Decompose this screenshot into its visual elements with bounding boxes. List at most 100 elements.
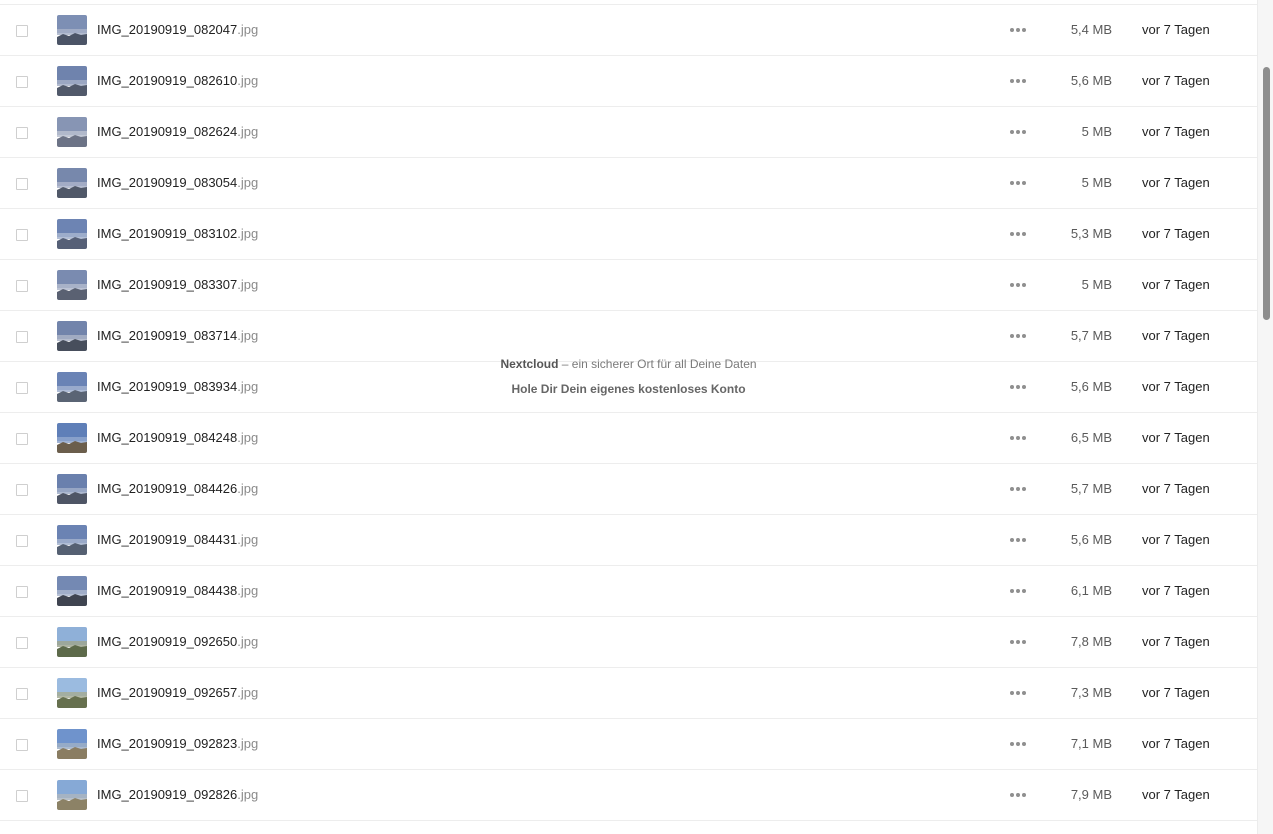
image-thumbnail[interactable] (57, 729, 87, 759)
image-thumbnail[interactable] (57, 678, 87, 708)
more-horizontal-icon[interactable] (1010, 436, 1026, 440)
scrollbar-thumb[interactable] (1263, 67, 1270, 320)
select-checkbox[interactable] (16, 535, 28, 547)
select-checkbox[interactable] (16, 688, 28, 700)
image-thumbnail[interactable] (57, 270, 87, 300)
more-horizontal-icon[interactable] (1010, 130, 1026, 134)
image-thumbnail[interactable] (57, 117, 87, 147)
file-row[interactable]: IMG_20190919_092826.jpg 7,9 MB vor 7 Tag… (0, 770, 1257, 821)
file-size: 5 MB (1081, 175, 1112, 190)
vertical-scrollbar[interactable] (1257, 0, 1273, 834)
file-row[interactable]: IMG_20190919_083307.jpg 5 MB vor 7 Tagen (0, 260, 1257, 311)
files-view: IMG_20190919_082047.jpg 5,4 MB vor 7 Tag… (0, 0, 1273, 834)
file-name[interactable]: IMG_20190919_092657.jpg (97, 685, 258, 701)
file-name[interactable]: IMG_20190919_092650.jpg (97, 634, 258, 650)
file-name[interactable]: IMG_20190919_084248.jpg (97, 430, 258, 446)
file-name[interactable]: IMG_20190919_084431.jpg (97, 532, 258, 548)
file-row[interactable]: IMG_20190919_092650.jpg 7,8 MB vor 7 Tag… (0, 617, 1257, 668)
select-checkbox[interactable] (16, 637, 28, 649)
file-row[interactable]: IMG_20190919_082047.jpg 5,4 MB vor 7 Tag… (0, 4, 1257, 56)
file-name[interactable]: IMG_20190919_083102.jpg (97, 226, 258, 242)
file-row[interactable]: IMG_20190919_084438.jpg 6,1 MB vor 7 Tag… (0, 566, 1257, 617)
file-row[interactable]: IMG_20190919_092823.jpg 7,1 MB vor 7 Tag… (0, 719, 1257, 770)
more-horizontal-icon[interactable] (1010, 589, 1026, 593)
select-checkbox[interactable] (16, 229, 28, 241)
file-row[interactable]: IMG_20190919_092657.jpg 7,3 MB vor 7 Tag… (0, 668, 1257, 719)
landscape-thumbnail-icon (57, 729, 87, 759)
select-checkbox[interactable] (16, 178, 28, 190)
file-extension: .jpg (237, 634, 259, 649)
image-thumbnail[interactable] (57, 576, 87, 606)
select-checkbox[interactable] (16, 484, 28, 496)
file-row[interactable]: IMG_20190919_083714.jpg 5,7 MB vor 7 Tag… (0, 311, 1257, 362)
select-checkbox[interactable] (16, 433, 28, 445)
file-name[interactable]: IMG_20190919_083054.jpg (97, 175, 258, 191)
file-basename: IMG_20190919_083307 (97, 277, 238, 292)
file-size: 5,3 MB (1070, 226, 1112, 241)
more-horizontal-icon[interactable] (1010, 538, 1026, 542)
file-row[interactable]: IMG_20190919_083102.jpg 5,3 MB vor 7 Tag… (0, 209, 1257, 260)
footer-signup-link[interactable]: Hole Dir Dein eigenes kostenloses Konto (0, 381, 1257, 397)
file-basename: IMG_20190919_084438 (97, 583, 238, 598)
select-checkbox[interactable] (16, 76, 28, 88)
select-checkbox[interactable] (16, 25, 28, 37)
file-modified-date: vor 7 Tagen (1142, 175, 1210, 190)
file-row[interactable]: IMG_20190919_083054.jpg 5 MB vor 7 Tagen (0, 158, 1257, 209)
file-modified-date: vor 7 Tagen (1142, 73, 1210, 88)
file-row[interactable]: IMG_20190919_084426.jpg 5,7 MB vor 7 Tag… (0, 464, 1257, 515)
file-row[interactable]: IMG_20190919_084248.jpg 6,5 MB vor 7 Tag… (0, 413, 1257, 464)
more-horizontal-icon[interactable] (1010, 640, 1026, 644)
more-horizontal-icon[interactable] (1010, 487, 1026, 491)
more-horizontal-icon[interactable] (1010, 79, 1026, 83)
select-checkbox[interactable] (16, 586, 28, 598)
image-thumbnail[interactable] (57, 66, 87, 96)
more-horizontal-icon[interactable] (1010, 691, 1026, 695)
landscape-thumbnail-icon (57, 270, 87, 300)
file-name[interactable]: IMG_20190919_082624.jpg (97, 124, 258, 140)
file-name[interactable]: IMG_20190919_082610.jpg (97, 73, 258, 89)
file-extension: .jpg (237, 685, 259, 700)
file-name[interactable]: IMG_20190919_092826.jpg (97, 787, 258, 803)
select-checkbox[interactable] (16, 127, 28, 139)
file-row[interactable]: IMG_20190919_082610.jpg 5,6 MB vor 7 Tag… (0, 56, 1257, 107)
file-extension: .jpg (237, 532, 259, 547)
image-thumbnail[interactable] (57, 168, 87, 198)
image-thumbnail[interactable] (57, 627, 87, 657)
image-thumbnail[interactable] (57, 15, 87, 45)
file-name[interactable]: IMG_20190919_083714.jpg (97, 328, 258, 344)
file-basename: IMG_20190919_084426 (97, 481, 238, 496)
file-extension: .jpg (237, 226, 259, 241)
more-horizontal-icon[interactable] (1010, 793, 1026, 797)
select-checkbox[interactable] (16, 790, 28, 802)
more-horizontal-icon[interactable] (1010, 283, 1026, 287)
more-horizontal-icon[interactable] (1010, 742, 1026, 746)
landscape-thumbnail-icon (57, 66, 87, 96)
image-thumbnail[interactable] (57, 219, 87, 249)
file-name[interactable]: IMG_20190919_084426.jpg (97, 481, 258, 497)
file-basename: IMG_20190919_092657 (97, 685, 238, 700)
file-row[interactable]: IMG_20190919_084431.jpg 5,6 MB vor 7 Tag… (0, 515, 1257, 566)
file-name[interactable]: IMG_20190919_084438.jpg (97, 583, 258, 599)
file-name[interactable]: IMG_20190919_083307.jpg (97, 277, 258, 293)
select-checkbox[interactable] (16, 739, 28, 751)
file-name[interactable]: IMG_20190919_092823.jpg (97, 736, 258, 752)
file-name[interactable]: IMG_20190919_082047.jpg (97, 22, 258, 38)
image-thumbnail[interactable] (57, 423, 87, 453)
more-horizontal-icon[interactable] (1010, 181, 1026, 185)
file-modified-date: vor 7 Tagen (1142, 736, 1210, 751)
image-thumbnail[interactable] (57, 780, 87, 810)
file-row[interactable]: IMG_20190919_082624.jpg 5 MB vor 7 Tagen (0, 107, 1257, 158)
image-thumbnail[interactable] (57, 474, 87, 504)
more-horizontal-icon[interactable] (1010, 28, 1026, 32)
select-checkbox[interactable] (16, 331, 28, 343)
file-size: 5,6 MB (1070, 532, 1112, 547)
more-horizontal-icon[interactable] (1010, 232, 1026, 236)
select-checkbox[interactable] (16, 280, 28, 292)
landscape-thumbnail-icon (57, 525, 87, 555)
file-extension: .jpg (237, 328, 259, 343)
more-horizontal-icon[interactable] (1010, 334, 1026, 338)
file-basename: IMG_20190919_082610 (97, 73, 238, 88)
image-thumbnail[interactable] (57, 525, 87, 555)
landscape-thumbnail-icon (57, 423, 87, 453)
image-thumbnail[interactable] (57, 321, 87, 351)
